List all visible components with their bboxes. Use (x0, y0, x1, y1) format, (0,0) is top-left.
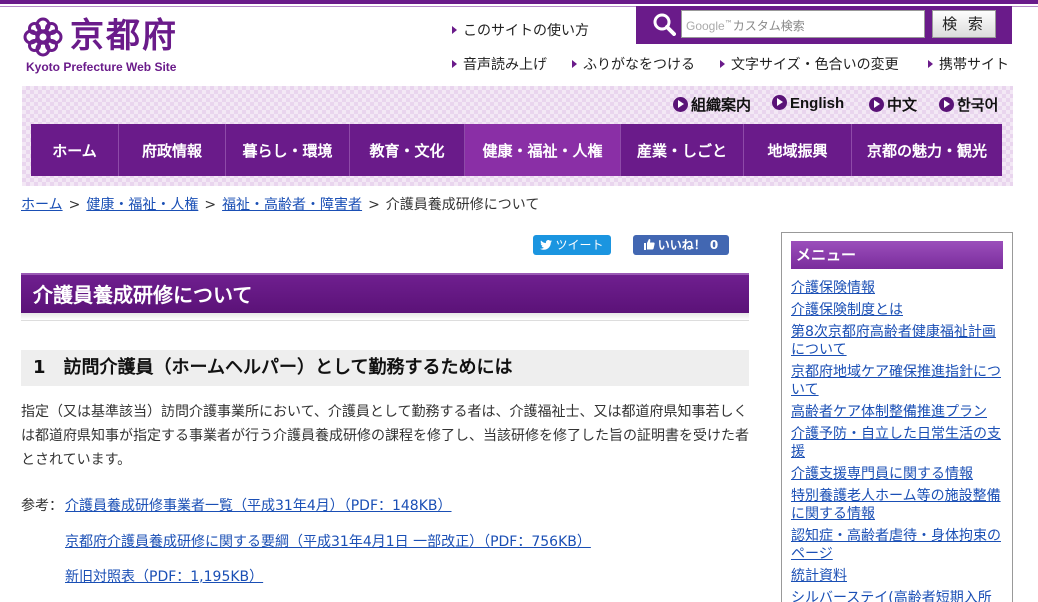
furigana-link[interactable]: ふりがなをつける (572, 54, 695, 74)
sidebar-item-dementia[interactable]: 認知症・高齢者虐待・身体拘束のページ (791, 527, 1005, 563)
title-underline (21, 313, 749, 321)
lang-chinese[interactable]: 中文 (869, 94, 917, 115)
logo-text-jp: 京都府 (70, 16, 178, 56)
howto-link[interactable]: このサイトの使い方 (452, 20, 589, 40)
breadcrumb-separator: > (68, 197, 81, 213)
furigana-label: ふりがなをつける (583, 57, 695, 73)
sidebar-item-insurance-info[interactable]: 介護保険情報 (791, 279, 1005, 297)
trademark-mark: ™ (724, 19, 733, 28)
lang-english[interactable]: English (772, 94, 844, 112)
kyoto-emblem-icon (23, 17, 63, 57)
howto-label: このサイトの使い方 (463, 23, 589, 39)
sidebar-item-statistics[interactable]: 統計資料 (791, 567, 1005, 585)
nav-industry[interactable]: 産業・しごと (621, 124, 744, 176)
sidebar-item-insurance-system[interactable]: 介護保険制度とは (791, 301, 1005, 319)
search-input[interactable]: Google™カスタム検索 (681, 10, 925, 38)
nav-tourism[interactable]: 京都の魅力・観光 (852, 124, 1002, 176)
reference-label: 参考： (21, 498, 63, 514)
nav-government[interactable]: 府政情報 (119, 124, 226, 176)
play-icon (772, 95, 787, 110)
play-icon (869, 97, 884, 112)
like-button[interactable]: いいね！ 0 (633, 235, 729, 255)
nav-region[interactable]: 地域振興 (744, 124, 852, 176)
mobile-link[interactable]: 携帯サイト (928, 54, 1009, 74)
ref-link-comparison-table[interactable]: 新旧対照表（PDF：1,195KB） (65, 566, 263, 586)
sidebar-menu: 介護保険情報 介護保険制度とは 第8次京都府高齢者健康福祉計画について 京都府地… (791, 279, 1005, 602)
sidebar-item-care-plan[interactable]: 高齢者ケア体制整備推進プラン (791, 403, 1005, 421)
triangle-icon (452, 26, 457, 34)
ref-link-guidelines[interactable]: 京都府介護員養成研修に関する要綱（平成31年4月1日 一部改正）（PDF：756… (65, 531, 591, 551)
sidebar-item-silver-stay[interactable]: シルバーステイ(高齢者短期入所 (791, 589, 1005, 602)
lang-label: 組織案内 (691, 96, 752, 114)
breadcrumb-separator: > (368, 197, 380, 213)
top-rule (0, 0, 1038, 4)
breadcrumb-separator: > (204, 197, 217, 213)
site-logo[interactable]: 京都府 Kyoto Prefecture Web Site (22, 14, 222, 78)
nav-education[interactable]: 教育・文化 (350, 124, 465, 176)
tweet-button[interactable]: ツイート (533, 235, 611, 255)
triangle-icon (452, 60, 457, 68)
like-label: いいね！ 0 (657, 238, 719, 252)
tweet-label: ツイート (555, 238, 604, 252)
lang-label: English (790, 95, 845, 112)
search-icon (653, 13, 676, 36)
search-placeholder: カスタム検索 (732, 19, 805, 33)
triangle-icon (572, 60, 577, 68)
breadcrumb-health[interactable]: 健康・福祉・人権 (86, 197, 198, 213)
breadcrumb-current: 介護員養成研修について (385, 197, 540, 213)
nav-living[interactable]: 暮らし・環境 (226, 124, 350, 176)
triangle-icon (928, 60, 933, 68)
ref-link-provider-list[interactable]: 介護員養成研修事業者一覧（平成31年4月）（PDF：148KB） (65, 495, 452, 515)
sidebar-title: メニュー (791, 241, 1003, 269)
google-watermark: Google (686, 19, 725, 33)
triangle-icon (720, 60, 725, 68)
voice-link[interactable]: 音声読み上げ (452, 54, 547, 74)
nav-health-welfare[interactable]: 健康・福祉・人権 (465, 124, 621, 176)
search-button[interactable]: 検 索 (932, 10, 996, 38)
sidebar-item-health-plan[interactable]: 第8次京都府高齢者健康福祉計画について (791, 323, 1005, 359)
twitter-bird-icon (540, 240, 553, 250)
body-paragraph: 指定（又は基準該当）訪問介護事業所において、介護員として勤務する者は、介護福祉士… (21, 404, 749, 468)
global-nav: ホーム 府政情報 暮らし・環境 教育・文化 健康・福祉・人権 産業・しごと 地域… (31, 124, 1002, 176)
sidebar-item-care-manager[interactable]: 介護支援専門員に関する情報 (791, 465, 1005, 483)
voice-label: 音声読み上げ (463, 57, 547, 73)
page-title: 介護員養成研修について (21, 273, 749, 313)
logo-text-en: Kyoto Prefecture Web Site (26, 60, 177, 74)
breadcrumb-home[interactable]: ホーム (21, 197, 63, 213)
sidebar-item-nursing-home[interactable]: 特別養護老人ホーム等の施設整備に関する情報 (791, 487, 1005, 523)
sidebar-item-regional-care[interactable]: 京都府地域ケア確保推進指針について (791, 363, 1005, 399)
mobile-label: 携帯サイト (939, 57, 1009, 73)
lang-korean[interactable]: 한국어 (939, 94, 998, 115)
section-heading: 1 訪問介護員（ホームヘルパー）として勤務するためには (21, 350, 749, 386)
textsize-label: 文字サイズ・色合いの変更 (731, 57, 899, 73)
breadcrumb-welfare[interactable]: 福祉・高齢者・障害者 (222, 197, 362, 213)
play-icon (939, 97, 954, 112)
play-icon (673, 97, 688, 112)
sidebar-item-prevention[interactable]: 介護予防・自立した日常生活の支援 (791, 425, 1005, 461)
thumbs-up-icon (643, 239, 655, 250)
textsize-link[interactable]: 文字サイズ・色合いの変更 (720, 54, 899, 74)
lang-label: 한국어 (957, 96, 999, 114)
breadcrumb: ホーム > 健康・福祉・人権 > 福祉・高齢者・障害者 > 介護員養成研修について (21, 194, 539, 214)
lang-label: 中文 (887, 96, 918, 114)
lang-organization[interactable]: 組織案内 (673, 94, 751, 115)
nav-home[interactable]: ホーム (31, 124, 119, 176)
